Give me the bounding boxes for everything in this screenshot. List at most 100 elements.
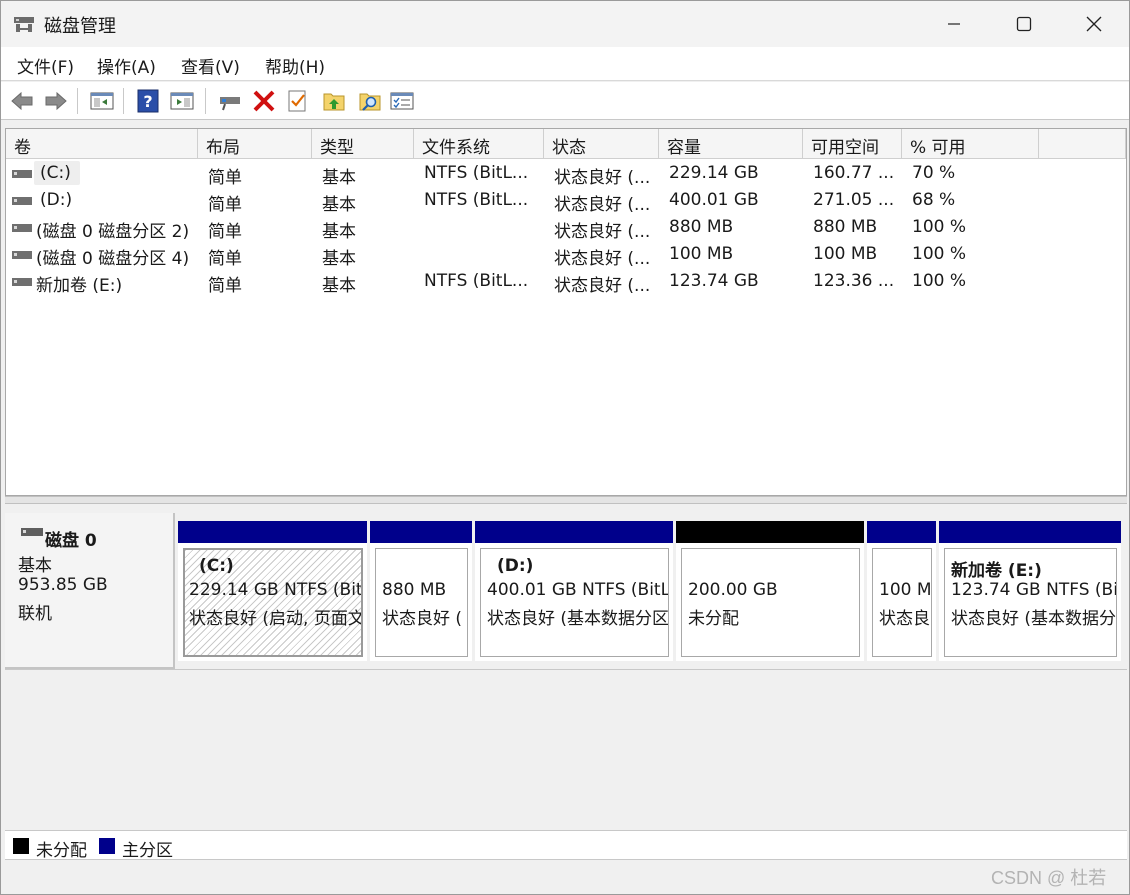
partition-body: 880 MB 状态良好 ( [375,548,468,657]
menu-file[interactable]: 文件(F) [17,53,74,78]
column-header-status[interactable]: 状态 [544,129,659,159]
disk-size: 953.85 GB [18,575,108,595]
partition-e[interactable]: 新加卷 (E:) 123.74 GB NTFS (Bi 状态良好 (基本数据分 [939,521,1121,661]
cell-status: 状态良好 (... [554,222,651,242]
close-button[interactable] [1059,1,1129,47]
partition-type-bar [939,521,1121,543]
column-header-capacity[interactable]: 容量 [659,129,803,159]
unallocated-space[interactable]: 200.00 GB 未分配 [676,521,864,661]
help-icon[interactable]: ? [135,88,161,114]
cell-free-space: 160.77 ... [813,163,895,183]
disk-management-window: 磁盘管理 文件(F) 操作(A) 查看(V) 帮助(H) ? 卷 布局 类型 文… [0,0,1130,895]
table-row[interactable]: (磁盘 0 磁盘分区 4) 简单 基本 状态良好 (... 100 MB 100… [6,241,1126,269]
partition-type-bar [475,521,673,543]
connect-drive-icon[interactable] [217,88,243,114]
delete-icon[interactable] [251,88,277,114]
table-row[interactable]: 新加卷 (E:) 简单 基本 NTFS (BitL... 状态良好 (... 1… [6,268,1126,296]
column-header-filler [1039,129,1126,159]
partition-type-bar [178,521,367,543]
menu-view[interactable]: 查看(V) [181,53,240,78]
minimize-button[interactable] [919,1,989,47]
properties-icon[interactable] [389,88,415,114]
volume-icon [12,197,32,205]
cell-filesystem: NTFS (BitL... [424,271,529,291]
cell-layout: 简单 [208,195,242,215]
partition-body: 200.00 GB 未分配 [681,548,860,657]
legend-label-unallocated: 未分配 [36,841,87,861]
folder-up-icon[interactable] [321,88,347,114]
cell-filesystem: NTFS (BitL... [424,163,529,183]
maximize-icon [1016,16,1032,32]
pane-splitter[interactable] [5,496,1127,504]
partition-c[interactable]: (C:) 229.14 GB NTFS (Bit 状态良好 (启动, 页面文 [178,521,367,661]
toolbar: ? [1,82,1129,120]
cell-free-space: 880 MB [813,217,878,237]
partition-4[interactable]: 100 M 状态良 [867,521,936,661]
title-bar[interactable]: 磁盘管理 [1,1,1129,47]
cell-layout: 简单 [208,168,242,188]
partition-size-fs: 200.00 GB [688,580,778,600]
maximize-button[interactable] [989,1,1059,47]
cell-free-space: 271.05 ... [813,190,895,210]
cell-type: 基本 [322,222,356,242]
volume-icon [12,224,32,232]
partition-status: 状态良好 ( [382,609,463,629]
volume-list: 卷 布局 类型 文件系统 状态 容量 可用空间 % 可用 (C:) 简单 基本 … [5,128,1127,496]
cell-type: 基本 [322,276,356,296]
cell-capacity: 400.01 GB [669,190,759,210]
disk-0-label[interactable]: 磁盘 0 基本 953.85 GB 联机 [5,513,175,669]
disk-icon [21,528,43,536]
disk-state: 联机 [18,604,52,624]
column-header-percent-free[interactable]: % 可用 [902,129,1039,159]
disk-name: 磁盘 0 [45,531,97,551]
partition-title: (D:) [497,556,534,576]
table-row[interactable]: (D:) 简单 基本 NTFS (BitL... 状态良好 (... 400.0… [6,187,1126,215]
disk-management-app-icon [14,17,34,32]
column-header-volume[interactable]: 卷 [6,129,198,159]
partition-status: 状态良 [879,609,930,629]
folder-search-icon[interactable] [357,88,383,114]
column-header-type[interactable]: 类型 [312,129,414,159]
volume-icon [12,278,32,286]
partition-type-bar [867,521,936,543]
cell-status: 状态良好 (... [554,168,651,188]
partition-size-fs: 229.14 GB NTFS (Bit [189,580,363,600]
partition-type-bar [370,521,472,543]
menu-help[interactable]: 帮助(H) [265,53,325,78]
forward-arrow-icon[interactable] [43,88,69,114]
column-header-filesystem[interactable]: 文件系统 [414,129,544,159]
menu-action[interactable]: 操作(A) [97,53,156,78]
toolbar-separator [205,88,206,114]
cell-layout: 简单 [208,276,242,296]
partition-title: 新加卷 (E:) [951,561,1042,581]
volume-icon [12,251,32,259]
column-header-layout[interactable]: 布局 [198,129,312,159]
partition-2[interactable]: 880 MB 状态良好 ( [370,521,472,661]
cell-volume: 新加卷 (E:) [36,276,123,296]
svg-text:?: ? [143,92,152,111]
cell-layout: 简单 [208,222,242,242]
legend-swatch-primary [99,838,115,854]
volume-icon [12,170,32,178]
cell-free-space: 123.36 ... [813,271,895,291]
partition-body: 新加卷 (E:) 123.74 GB NTFS (Bi 状态良好 (基本数据分 [944,548,1117,657]
column-header-free-space[interactable]: 可用空间 [803,129,902,159]
cell-type: 基本 [322,168,356,188]
checklist-icon[interactable] [285,88,311,114]
unallocated-type-bar [676,521,864,543]
table-row[interactable]: (磁盘 0 磁盘分区 2) 简单 基本 状态良好 (... 880 MB 880… [6,214,1126,242]
status-bar [1,861,1129,894]
show-pane-icon[interactable] [89,88,115,114]
table-row[interactable]: (C:) 简单 基本 NTFS (BitL... 状态良好 (... 229.1… [6,160,1126,188]
back-arrow-icon[interactable] [9,88,35,114]
console-pane-icon[interactable] [169,88,195,114]
cell-capacity: 229.14 GB [669,163,759,183]
partition-d[interactable]: (D:) 400.01 GB NTFS (BitL 状态良好 (基本数据分区 [475,521,673,661]
partition-status: 未分配 [688,609,739,629]
disk-kind: 基本 [18,556,52,576]
partition-size-fs: 100 M [879,580,932,600]
partition-status: 状态良好 (基本数据分区 [487,609,669,629]
cell-percent-free: 100 % [912,217,967,237]
partition-status: 状态良好 (启动, 页面文 [189,609,363,629]
disk-row-divider [5,669,1127,670]
